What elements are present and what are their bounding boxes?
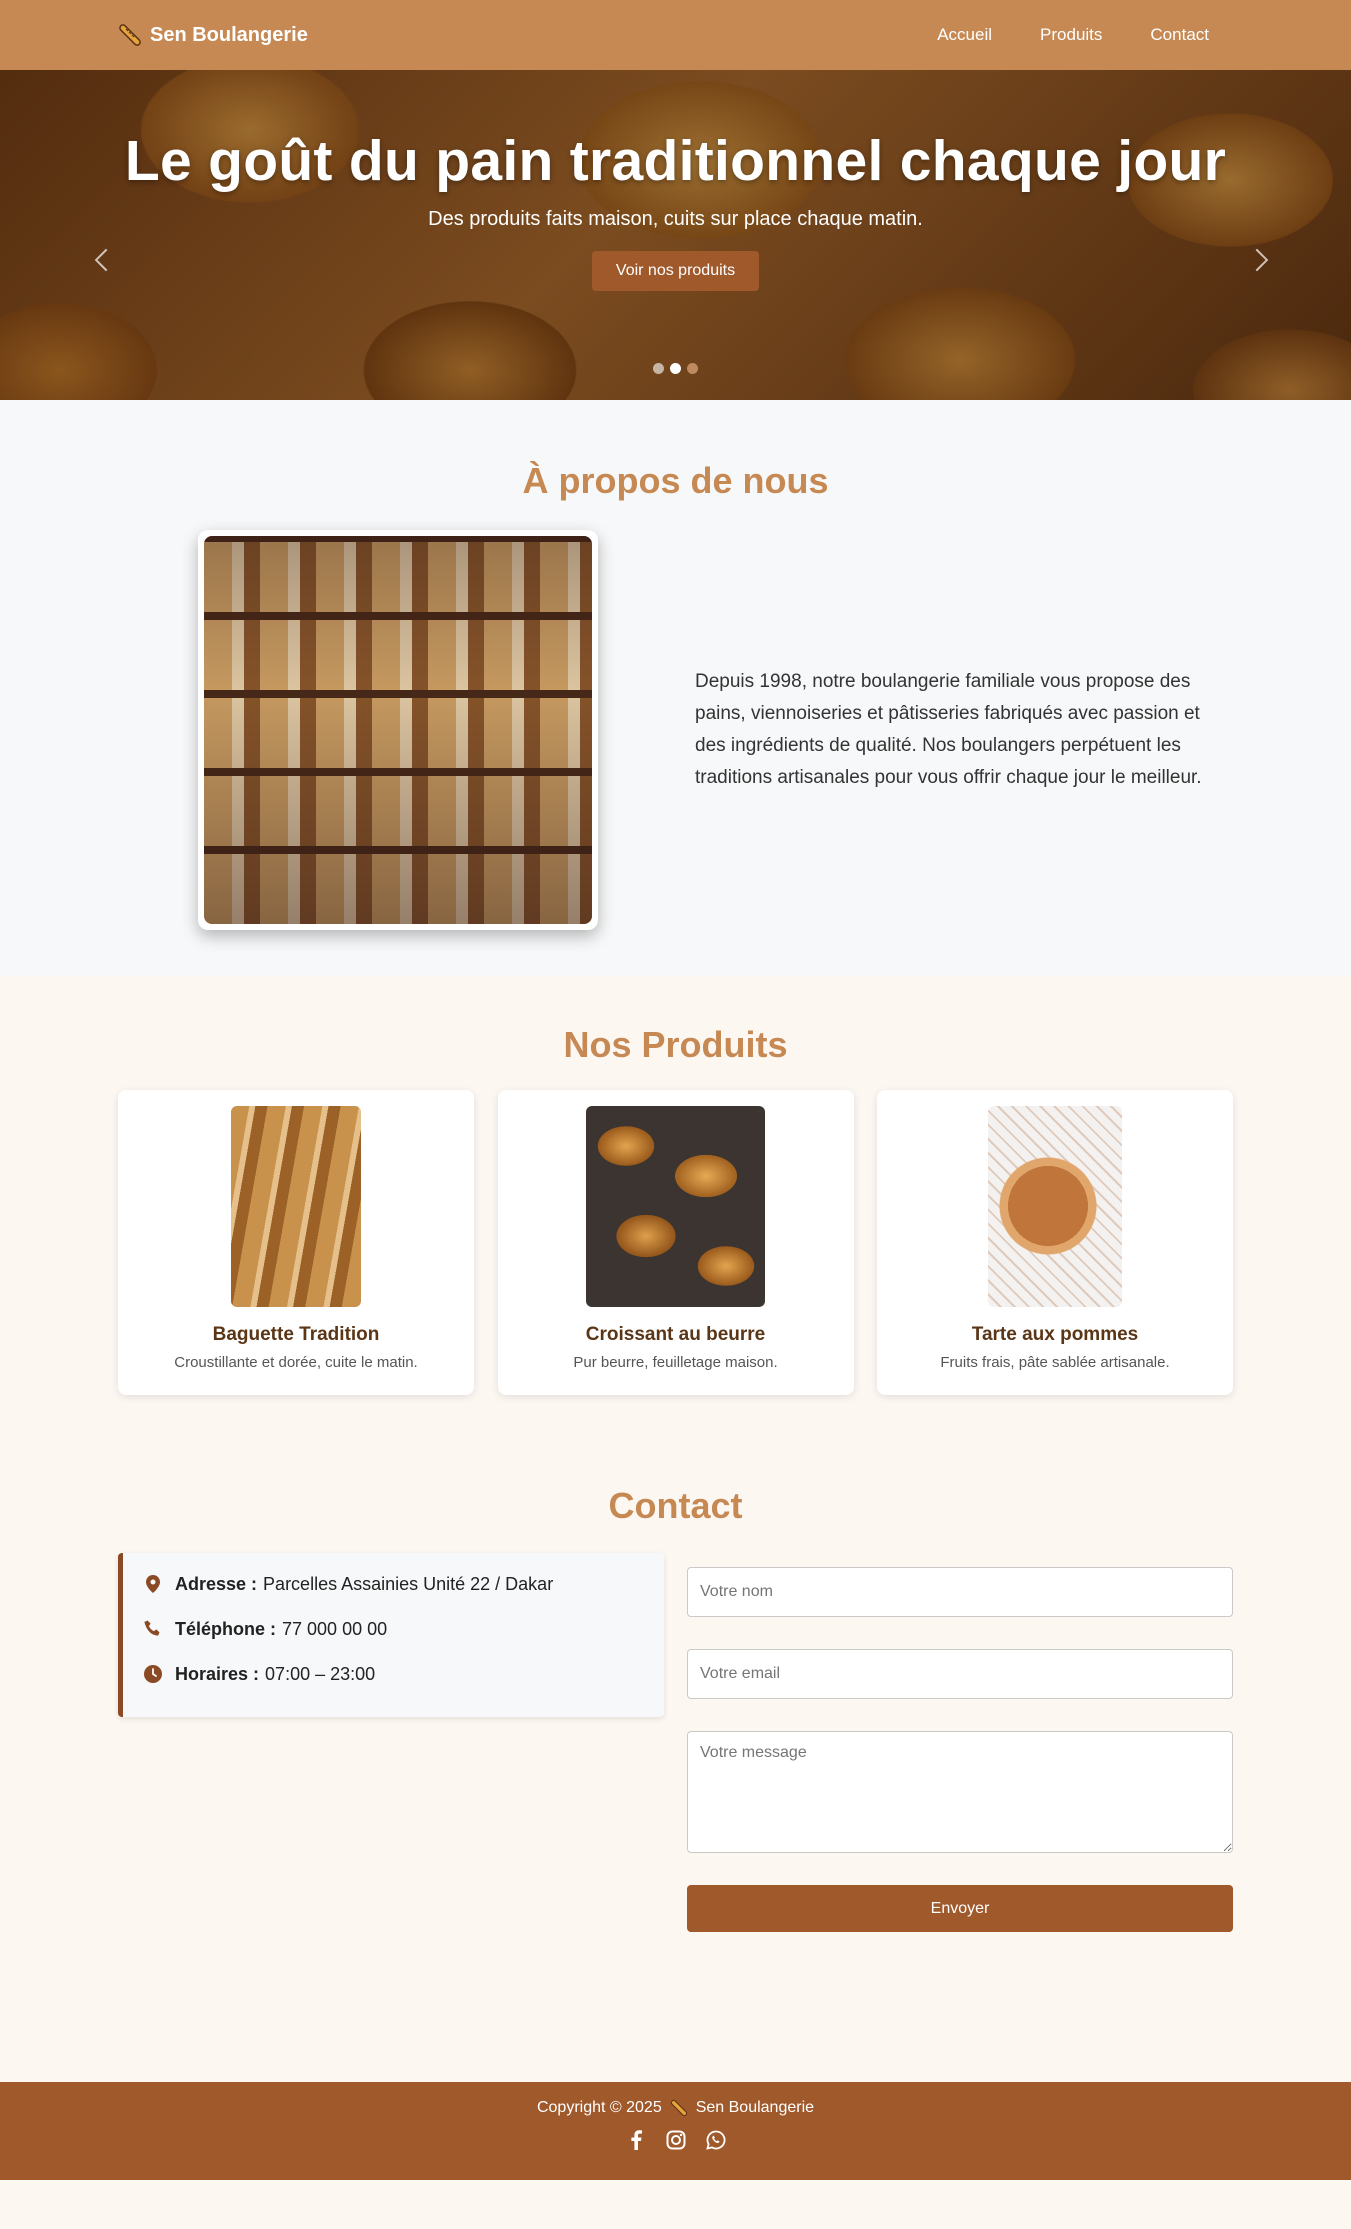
carousel-indicator-1[interactable] [653,363,664,374]
hours-value: 07:00 – 23:00 [265,1663,376,1684]
hero-subtitle: Des produits faits maison, cuits sur pla… [428,208,923,230]
product-card[interactable]: Tarte aux pommes Fruits frais, pâte sabl… [877,1090,1233,1395]
facebook-icon[interactable] [625,2129,647,2151]
contact-title: Contact [608,1485,743,1526]
name-field[interactable] [687,1567,1233,1617]
contact-form: Envoyer [687,1553,1233,1932]
product-cards: Baguette Tradition Croustillante et doré… [118,1090,1233,1395]
products-title: Nos Produits [563,1024,788,1065]
social-links [0,2129,1351,2151]
footer: Copyright © 2025 Sen Boulangerie [0,2082,1351,2180]
send-button[interactable]: Envoyer [687,1885,1233,1932]
hours-line: Horaires : 07:00 – 23:00 [143,1663,664,1685]
baguette-image [231,1106,361,1307]
product-name: Croissant au beurre [585,1324,766,1345]
navbar: Sen Boulangerie Accueil Produits Contact [0,0,1351,70]
product-desc: Fruits frais, pâte sablée artisanale. [940,1354,1170,1371]
nav-link-contact[interactable]: Contact [1150,25,1209,45]
bakery-shelves-image [204,536,592,924]
copyright-text: Copyright © 2025 [536,2099,662,2116]
instagram-icon[interactable] [665,2129,687,2151]
product-card[interactable]: Baguette Tradition Croustillante et doré… [118,1090,474,1395]
product-desc: Croustillante et dorée, cuite le matin. [174,1354,418,1371]
about-section: À propos de nous Depuis 1998, notre boul… [0,400,1351,976]
contact-section: Contact Adresse : Parcelles Assainies Un… [0,1445,1351,2082]
carousel-indicator-2[interactable] [670,363,681,374]
brand-name: Sen Boulangerie [150,23,308,46]
hours-label: Horaires : [175,1663,260,1684]
clock-icon [143,1664,163,1684]
address-line: Adresse : Parcelles Assainies Unité 22 /… [143,1573,664,1595]
phone-value[interactable]: 77 000 00 00 [282,1619,387,1640]
product-card[interactable]: Croissant au beurre Pur beurre, feuillet… [497,1090,854,1395]
hero-title: Le goût du pain traditionnel chaque jour [124,129,1227,193]
product-name: Tarte aux pommes [971,1324,1139,1345]
baguette-icon [119,24,141,46]
about-title: À propos de nous [522,460,829,501]
footer-brand: Sen Boulangerie [695,2099,815,2116]
product-desc: Pur beurre, feuilletage maison. [573,1354,778,1371]
products-section: Nos Produits Baguette Tradition Croustil… [0,976,1351,1445]
nav-link-accueil[interactable]: Accueil [937,25,992,45]
address-label: Adresse : [175,1573,258,1594]
croissant-image [586,1106,765,1307]
about-image-frame [198,530,598,930]
email-field[interactable] [687,1649,1233,1699]
footer-copyright: Copyright © 2025 Sen Boulangerie [0,2099,1351,2117]
nav-link-produits[interactable]: Produits [1040,25,1102,45]
brand-link[interactable]: Sen Boulangerie [118,23,308,47]
phone-label: Téléphone : [175,1618,277,1639]
phone-line: Téléphone : 77 000 00 00 [143,1618,664,1640]
baguette-icon [670,2099,687,2117]
hero-carousel: Le goût du pain traditionnel chaque jour… [0,70,1351,400]
apple-pie-image [988,1106,1122,1307]
address-value: Parcelles Assainies Unité 22 / Dakar [263,1573,554,1594]
carousel-indicators [0,363,1351,374]
message-field[interactable] [687,1731,1233,1853]
map-pin-icon [143,1574,163,1594]
nav-links: Accueil Produits Contact [937,25,1209,45]
whatsapp-icon[interactable] [705,2129,727,2151]
contact-info-box: Adresse : Parcelles Assainies Unité 22 /… [118,1553,664,1717]
phone-icon [143,1619,163,1639]
carousel-indicator-3[interactable] [687,363,698,374]
product-name: Baguette Tradition [212,1324,380,1345]
hero-cta-button[interactable]: Voir nos produits [591,251,760,291]
about-text: Depuis 1998, notre boulangerie familiale… [695,671,1202,788]
